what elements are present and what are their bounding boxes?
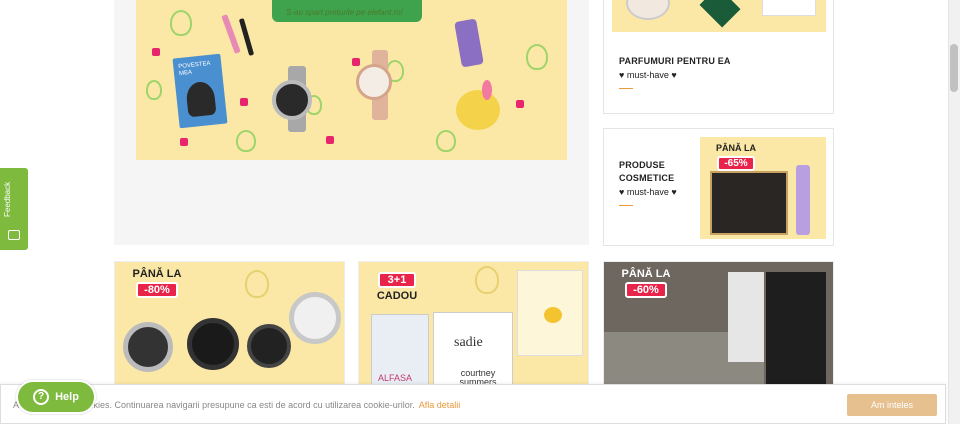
percent-tag-icon bbox=[516, 100, 524, 108]
accent-divider bbox=[619, 88, 633, 89]
mascara-product-image bbox=[238, 18, 255, 56]
book-product-image: sadie courtney summers bbox=[433, 312, 513, 390]
help-label: Help bbox=[55, 391, 79, 403]
hero-section: S-au spart preturile pe elefant.ro! POVE… bbox=[114, 0, 589, 245]
feedback-tab[interactable]: Feedback bbox=[0, 168, 28, 250]
promo-tile-books[interactable]: 3+1 CADOU ALFASA sadie courtney summers bbox=[358, 261, 589, 391]
cookie-accept-button[interactable]: Am inteles bbox=[847, 394, 937, 416]
book-title: POVESTEA MEA bbox=[178, 60, 211, 78]
category-card-title: PARFUMURI PENTRU EA bbox=[619, 56, 731, 66]
curtain-panel bbox=[728, 272, 764, 362]
badge-label: PÂNĂ LA bbox=[621, 268, 671, 280]
chat-icon bbox=[8, 230, 20, 240]
promo-badge: 3+1 CADOU bbox=[369, 270, 425, 302]
lipstick-product-image bbox=[221, 14, 241, 54]
accent-divider bbox=[619, 205, 633, 206]
help-button[interactable]: ? Help bbox=[16, 380, 96, 414]
watch-product-image bbox=[187, 318, 239, 370]
bee-illustration bbox=[544, 307, 562, 323]
toy-product-image bbox=[456, 90, 500, 130]
cookie-banner: A e cookies. Continuarea navigarii presu… bbox=[0, 384, 946, 424]
cookie-details-link[interactable]: Afla detalii bbox=[419, 400, 461, 410]
easter-egg-icon bbox=[146, 80, 162, 100]
promo-tile-bedding[interactable]: PÂNĂ LA -60% bbox=[603, 261, 834, 391]
badge-value: 3+1 bbox=[377, 272, 417, 288]
bottle-product-image bbox=[796, 165, 810, 235]
watch-product-image bbox=[272, 80, 312, 120]
badge-value: -80% bbox=[136, 282, 178, 298]
watch-product-image bbox=[247, 324, 291, 368]
perfume-product-image bbox=[454, 18, 484, 68]
book-title: sadie bbox=[454, 335, 483, 350]
gift-box-image bbox=[710, 171, 788, 235]
badge-value: -65% bbox=[717, 156, 755, 171]
watch-product-image bbox=[356, 64, 392, 100]
curtain-product-image bbox=[766, 272, 826, 390]
book-product-image: ALFASA bbox=[371, 314, 429, 390]
percent-tag-icon bbox=[352, 58, 360, 66]
easter-egg-icon bbox=[170, 10, 192, 36]
hero-subtitle: S-au spart preturile pe elefant.ro! bbox=[286, 8, 403, 17]
category-card-image: PÂNĂ LA -65% bbox=[700, 137, 826, 239]
category-card-cosmetice[interactable]: PRODUSE COSMETICE ♥ must-have ♥ PÂNĂ LA … bbox=[603, 128, 834, 246]
feedback-label: Feedback bbox=[3, 181, 12, 217]
help-icon: ? bbox=[33, 389, 50, 405]
percent-tag-icon bbox=[326, 136, 334, 144]
discount-badge: PÂNĂ LA -60% bbox=[614, 268, 678, 298]
easter-egg-icon bbox=[236, 130, 256, 152]
easter-egg-icon bbox=[245, 270, 269, 298]
book-product-image bbox=[517, 270, 583, 356]
percent-tag-icon bbox=[152, 48, 160, 56]
category-card-image bbox=[612, 0, 826, 32]
book-product-image: POVESTEA MEA bbox=[172, 53, 228, 129]
hero-banner[interactable]: S-au spart preturile pe elefant.ro! POVE… bbox=[136, 0, 567, 160]
discount-badge: PÂNĂ LA -80% bbox=[125, 268, 189, 298]
perfume-box-image bbox=[762, 0, 816, 16]
category-card-subtitle: ♥ must-have ♥ bbox=[619, 187, 677, 197]
perfume-product-image bbox=[699, 0, 741, 28]
scrollbar-thumb[interactable] bbox=[950, 44, 958, 92]
easter-egg-icon bbox=[526, 44, 548, 70]
watch-product-image bbox=[123, 322, 173, 372]
category-card-parfumuri[interactable]: PARFUMURI PENTRU EA ♥ must-have ♥ bbox=[603, 0, 834, 114]
easter-egg-icon bbox=[475, 266, 499, 294]
badge-label: CADOU bbox=[376, 290, 418, 302]
percent-tag-icon bbox=[240, 98, 248, 106]
page-scrollbar[interactable] bbox=[948, 0, 960, 424]
toy-ear bbox=[482, 80, 492, 100]
discount-badge: PÂNĂ LA -65% bbox=[708, 143, 764, 171]
percent-tag-icon bbox=[180, 138, 188, 146]
badge-label: PÂNĂ LA bbox=[716, 143, 756, 153]
book-portrait bbox=[185, 80, 217, 118]
category-card-title: PRODUSE COSMETICE bbox=[619, 160, 675, 183]
badge-value: -60% bbox=[625, 282, 667, 298]
book-title: ALFASA bbox=[378, 373, 413, 383]
category-card-subtitle: ♥ must-have ♥ bbox=[619, 70, 677, 80]
promo-tile-watches[interactable]: PÂNĂ LA -80% bbox=[114, 261, 345, 391]
easter-egg-icon bbox=[436, 130, 456, 152]
page: S-au spart preturile pe elefant.ro! POVE… bbox=[0, 0, 960, 424]
badge-label: PÂNĂ LA bbox=[132, 268, 182, 280]
watch-product-image bbox=[289, 292, 341, 344]
compact-product-image bbox=[626, 0, 670, 20]
